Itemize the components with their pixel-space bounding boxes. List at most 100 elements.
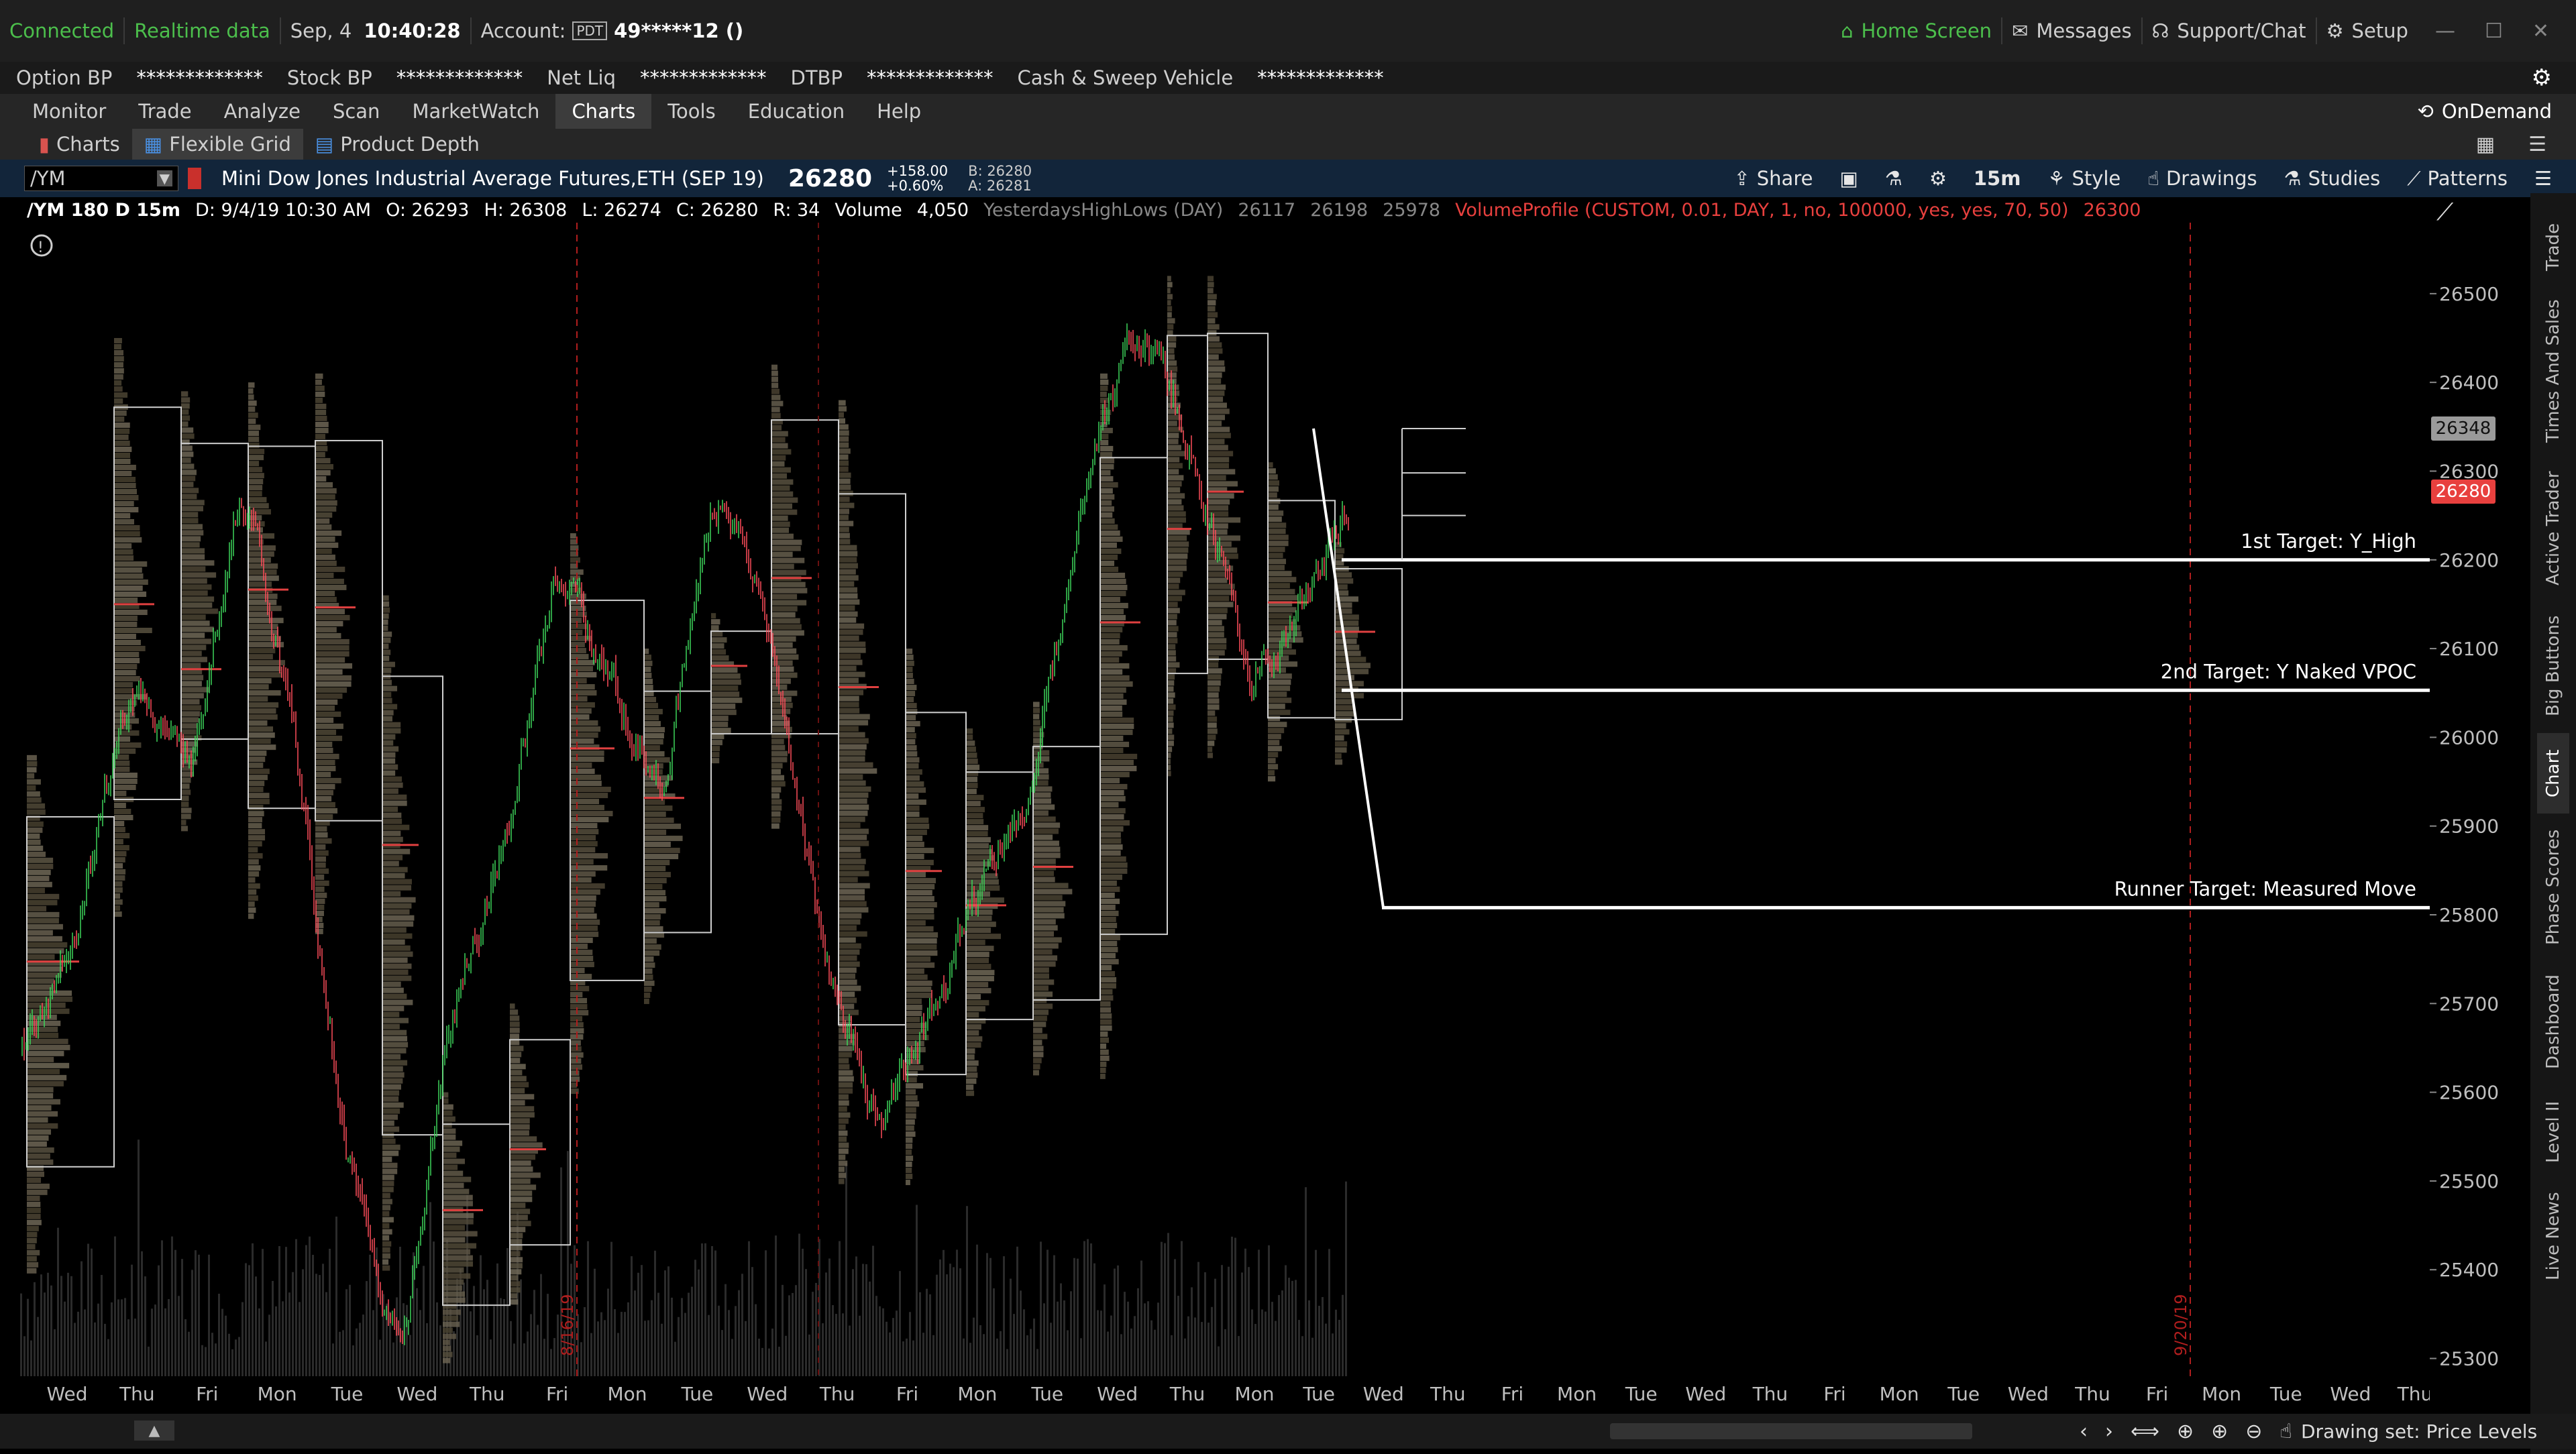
- price-chart[interactable]: 8/16/199/20/19 1st Target: Y_High2nd Tar…: [0, 223, 2430, 1376]
- profile-bar: [1100, 875, 1122, 880]
- volume-profile-study[interactable]: VolumeProfile (CUSTOM, 0.01, DAY, 1, no,…: [1455, 200, 2069, 221]
- tab-scan[interactable]: Scan: [317, 94, 396, 129]
- tab-charts[interactable]: Charts: [555, 94, 651, 129]
- drawing-set-label[interactable]: Drawing set: Price Levels: [2301, 1414, 2537, 1449]
- target-levels[interactable]: 1st Target: Y_High2nd Target: Y Naked VP…: [1313, 429, 2430, 907]
- profile-bar: [771, 763, 783, 769]
- profile-bar: [382, 1066, 403, 1072]
- tab-analyze[interactable]: Analyze: [208, 94, 317, 129]
- collapse-panel-button[interactable]: ▲: [134, 1420, 174, 1441]
- time-tick-label: Thu: [1752, 1383, 1788, 1405]
- ondemand-button[interactable]: ⟲ OnDemand: [2418, 100, 2576, 123]
- profile-bar: [906, 824, 929, 829]
- drawings-button[interactable]: ☝ Drawings: [2134, 160, 2270, 197]
- expand-chart-icon[interactable]: ⟋: [2436, 199, 2453, 227]
- zoom-in-icon[interactable]: ⊕: [2211, 1420, 2228, 1443]
- volume-bar: [1140, 1261, 1142, 1376]
- account-selector[interactable]: 49*****12 (): [614, 19, 743, 42]
- messages-button[interactable]: ✉ Messages: [2012, 19, 2132, 42]
- layout-grid-icon[interactable]: ▦: [2476, 133, 2495, 156]
- profile-bar: [114, 598, 138, 603]
- time-display: 10:40:28: [364, 19, 460, 42]
- rail-tab-live-news[interactable]: Live News: [2537, 1182, 2569, 1290]
- scroll-left-icon[interactable]: ‹: [2080, 1420, 2088, 1443]
- camera-icon: ▣: [1839, 167, 1858, 190]
- profile-bar: [510, 1203, 525, 1208]
- crosshair-icon[interactable]: ⊕: [2177, 1420, 2194, 1443]
- volume-bar: [604, 1320, 606, 1376]
- tab-education[interactable]: Education: [732, 94, 861, 129]
- symbol-input[interactable]: /YM ▼: [24, 166, 178, 191]
- link-color-icon[interactable]: [188, 168, 201, 189]
- patterns-button[interactable]: ⟋ Patterns: [2394, 160, 2521, 197]
- realtime-status[interactable]: Realtime data: [134, 19, 270, 42]
- snapshot-button[interactable]: ▣: [1826, 160, 1871, 197]
- profile-bar: [966, 946, 994, 951]
- subtab-product-depth[interactable]: ▤ Product Depth: [303, 129, 492, 160]
- profile-bar: [27, 767, 37, 773]
- subtab-flexible-grid[interactable]: ▦ Flexible Grid: [132, 129, 303, 160]
- volume-bar: [1070, 1291, 1072, 1376]
- tab-monitor[interactable]: Monitor: [16, 94, 122, 129]
- menu-icon[interactable]: ☰: [2528, 133, 2546, 156]
- home-screen-button[interactable]: ⌂ Home Screen: [1841, 19, 1992, 42]
- profile-bar: [114, 447, 131, 452]
- yesterdays-highlows-study[interactable]: YesterdaysHighLows (DAY): [983, 200, 1223, 221]
- volume-bar: [909, 1312, 911, 1376]
- price-axis[interactable]: 2530025400255002560025700258002590026000…: [2430, 223, 2530, 1376]
- profile-bar: [570, 696, 588, 702]
- chevron-down-icon[interactable]: ▼: [157, 170, 172, 186]
- rail-tab-trade[interactable]: Trade: [2537, 207, 2569, 287]
- subtab-charts[interactable]: ▮ Charts: [27, 129, 132, 160]
- tab-help[interactable]: Help: [861, 94, 937, 129]
- rail-tab-level-ii[interactable]: Level II: [2537, 1088, 2569, 1176]
- profile-bar: [315, 893, 327, 898]
- setup-button[interactable]: ⚙ Setup: [2326, 19, 2408, 42]
- profile-bar: [114, 652, 139, 657]
- rail-tab-big-buttons[interactable]: Big Buttons: [2537, 606, 2569, 726]
- rail-tab-chart[interactable]: Chart: [2537, 733, 2569, 814]
- flask-button[interactable]: ⚗: [1872, 160, 1916, 197]
- profile-bar: [181, 735, 202, 740]
- share-button[interactable]: ⇪ Share: [1720, 160, 1826, 197]
- profile-bar: [839, 877, 858, 883]
- horizontal-scrollbar[interactable]: [1610, 1423, 1972, 1439]
- rail-tab-phase-scores[interactable]: Phase Scores: [2537, 820, 2569, 954]
- profile-bar: [382, 801, 407, 806]
- volume-bar: [865, 1264, 867, 1376]
- chart-menu-button[interactable]: ☰: [2521, 160, 2576, 197]
- profile-bar: [114, 785, 136, 790]
- minimize-icon[interactable]: —: [2435, 19, 2455, 43]
- rail-tab-times-and-sales[interactable]: Times And Sales: [2537, 294, 2569, 448]
- tab-marketwatch[interactable]: MarketWatch: [396, 94, 555, 129]
- time-tick-label: Tue: [1030, 1383, 1063, 1405]
- zoom-out-icon[interactable]: ⊖: [2245, 1420, 2262, 1443]
- profile-bar: [114, 429, 129, 434]
- profile-bar: [27, 864, 53, 869]
- pan-icon[interactable]: ⟺: [2131, 1420, 2159, 1443]
- profile-bar: [382, 759, 395, 764]
- style-button[interactable]: ⚘ Style: [2034, 160, 2134, 197]
- profile-bar: [644, 866, 665, 871]
- tab-tools[interactable]: Tools: [651, 94, 731, 129]
- timeframe-selector[interactable]: 15m: [1960, 160, 2035, 197]
- studies-button[interactable]: ⚗ Studies: [2271, 160, 2394, 197]
- support-chat-button[interactable]: ☊ Support/Chat: [2152, 19, 2306, 42]
- profile-bar: [114, 386, 123, 392]
- date-marker-label: 9/20/19: [2171, 1294, 2190, 1356]
- volume-bar: [168, 1299, 170, 1376]
- profile-bar: [27, 1154, 50, 1159]
- hand-icon[interactable]: ☝: [2279, 1420, 2292, 1443]
- profile-bar: [443, 1153, 456, 1158]
- tab-trade[interactable]: Trade: [122, 94, 207, 129]
- close-icon[interactable]: ✕: [2532, 19, 2549, 43]
- maximize-icon[interactable]: ☐: [2485, 19, 2503, 43]
- scroll-right-icon[interactable]: ›: [2105, 1420, 2113, 1443]
- profile-bar: [382, 909, 410, 915]
- chart-settings-button[interactable]: ⚙: [1916, 160, 1960, 197]
- profile-bar: [839, 950, 859, 955]
- rail-tab-active-trader[interactable]: Active Trader: [2537, 458, 2569, 599]
- rail-tab-dashboard[interactable]: Dashboard: [2537, 961, 2569, 1082]
- gear-icon[interactable]: ⚙: [2532, 64, 2576, 91]
- time-axis[interactable]: WedThuFriMonTueWedThuFriMonTueWedThuFriM…: [0, 1376, 2430, 1414]
